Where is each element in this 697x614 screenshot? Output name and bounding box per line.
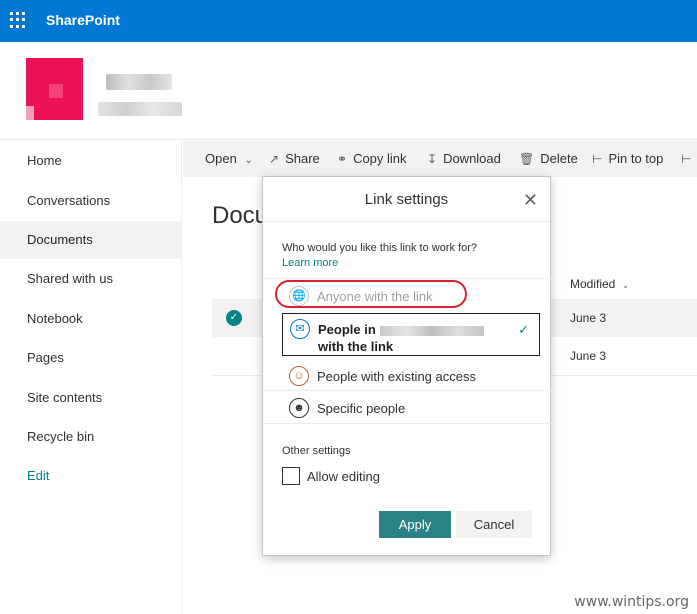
option-label: People with existing access	[317, 369, 476, 384]
row-modified-date: June 3	[570, 349, 607, 363]
specific-people-icon: ☻	[289, 398, 309, 418]
open-label: Open	[205, 151, 237, 166]
nav-item-shared-with-us[interactable]: Shared with us	[0, 260, 182, 298]
other-settings-heading: Other settings	[282, 445, 351, 457]
trash-icon: 🗑	[519, 152, 535, 166]
row-selected-check-icon[interactable]: ✓	[226, 310, 242, 326]
option-label-suffix: with the link	[318, 339, 394, 354]
suite-bar: SharePoint	[0, 0, 697, 42]
download-label: Download	[443, 151, 501, 166]
learn-more-link[interactable]: Learn more	[282, 257, 338, 269]
option-label: People in with the link	[318, 321, 518, 355]
organization-icon: ✉	[290, 319, 310, 339]
delete-button[interactable]: 🗑 Delete	[519, 151, 578, 166]
chevron-down-icon: ⌄	[621, 280, 630, 290]
nav-item-recycle-bin[interactable]: Recycle bin	[0, 418, 182, 456]
divider	[263, 390, 552, 391]
nav-item-documents[interactable]: Documents	[0, 221, 182, 259]
option-label: Specific people	[317, 401, 406, 416]
divider	[263, 221, 550, 222]
share-label: Share	[285, 151, 320, 166]
copy-link-button[interactable]: ⚭ Copy link	[337, 151, 407, 166]
chevron-down-icon: ⌄	[244, 155, 253, 166]
option-people-in-org[interactable]: ✉ People in with the link ✓	[282, 313, 540, 356]
modified-header-label: Modified	[570, 277, 616, 291]
link-settings-dialog: Link settings ✕ Who would you like this …	[262, 176, 552, 556]
people-icon: ☺	[289, 366, 309, 386]
dialog-title: Link settings	[364, 191, 449, 208]
site-name-redacted	[106, 74, 172, 90]
nav-item-conversations[interactable]: Conversations	[0, 182, 182, 220]
nav-item-notebook[interactable]: Notebook	[0, 300, 182, 338]
open-button[interactable]: Open ⌄	[205, 151, 253, 166]
column-header-modified[interactable]: Modified ⌄	[570, 277, 629, 291]
org-name-redacted	[379, 325, 484, 336]
library-title: Documents	[212, 202, 262, 229]
apply-button[interactable]: Apply	[379, 511, 451, 538]
pin-to-top-button[interactable]: ⊢ Pin to top	[592, 151, 663, 166]
download-button[interactable]: ↧ Download	[427, 151, 501, 166]
highlight-annotation	[275, 280, 467, 308]
left-navigation: Home Conversations Documents Shared with…	[0, 141, 182, 614]
overflow-icon: ⊢	[681, 152, 692, 166]
site-subtitle-redacted	[98, 102, 182, 116]
allow-editing-checkbox[interactable]	[282, 467, 300, 485]
share-icon: ↗	[269, 152, 280, 166]
link-scope-question: Who would you like this link to work for…	[282, 241, 502, 271]
watermark: www.wintips.org	[574, 594, 689, 610]
checkmark-icon: ✓	[518, 322, 529, 337]
nav-item-home[interactable]: Home	[0, 142, 182, 180]
copy-link-label: Copy link	[353, 151, 407, 166]
divider	[263, 423, 552, 424]
delete-label: Delete	[540, 151, 578, 166]
site-logo[interactable]	[26, 58, 83, 120]
share-button[interactable]: ↗ Share	[269, 151, 320, 166]
site-header	[0, 42, 697, 140]
pin-label: Pin to top	[608, 151, 664, 166]
divider	[263, 278, 552, 279]
waffle-icon[interactable]	[10, 12, 26, 28]
cancel-button[interactable]: Cancel	[456, 511, 532, 538]
download-icon: ↧	[427, 152, 438, 166]
option-label-prefix: People in	[318, 322, 376, 337]
allow-editing-label[interactable]: Allow editing	[307, 469, 380, 484]
question-text: Who would you like this link to work for…	[282, 242, 478, 254]
pin-icon: ⊢	[592, 152, 603, 166]
nav-edit-link[interactable]: Edit	[0, 457, 182, 495]
suite-title[interactable]: SharePoint	[46, 12, 120, 28]
command-bar: Open ⌄ ↗ Share ⚭ Copy link ↧ Download 🗑 Dele…	[183, 141, 697, 177]
option-existing-access[interactable]: ☺ People with existing access	[282, 361, 540, 391]
nav-item-pages[interactable]: Pages	[0, 339, 182, 377]
row-modified-date: June 3	[570, 311, 607, 325]
close-icon[interactable]: ✕	[523, 191, 538, 209]
nav-item-site-contents[interactable]: Site contents	[0, 379, 182, 417]
option-specific-people[interactable]: ☻ Specific people	[282, 393, 540, 423]
more-command-icon[interactable]: ⊢	[681, 151, 697, 166]
link-icon: ⚭	[337, 152, 348, 166]
